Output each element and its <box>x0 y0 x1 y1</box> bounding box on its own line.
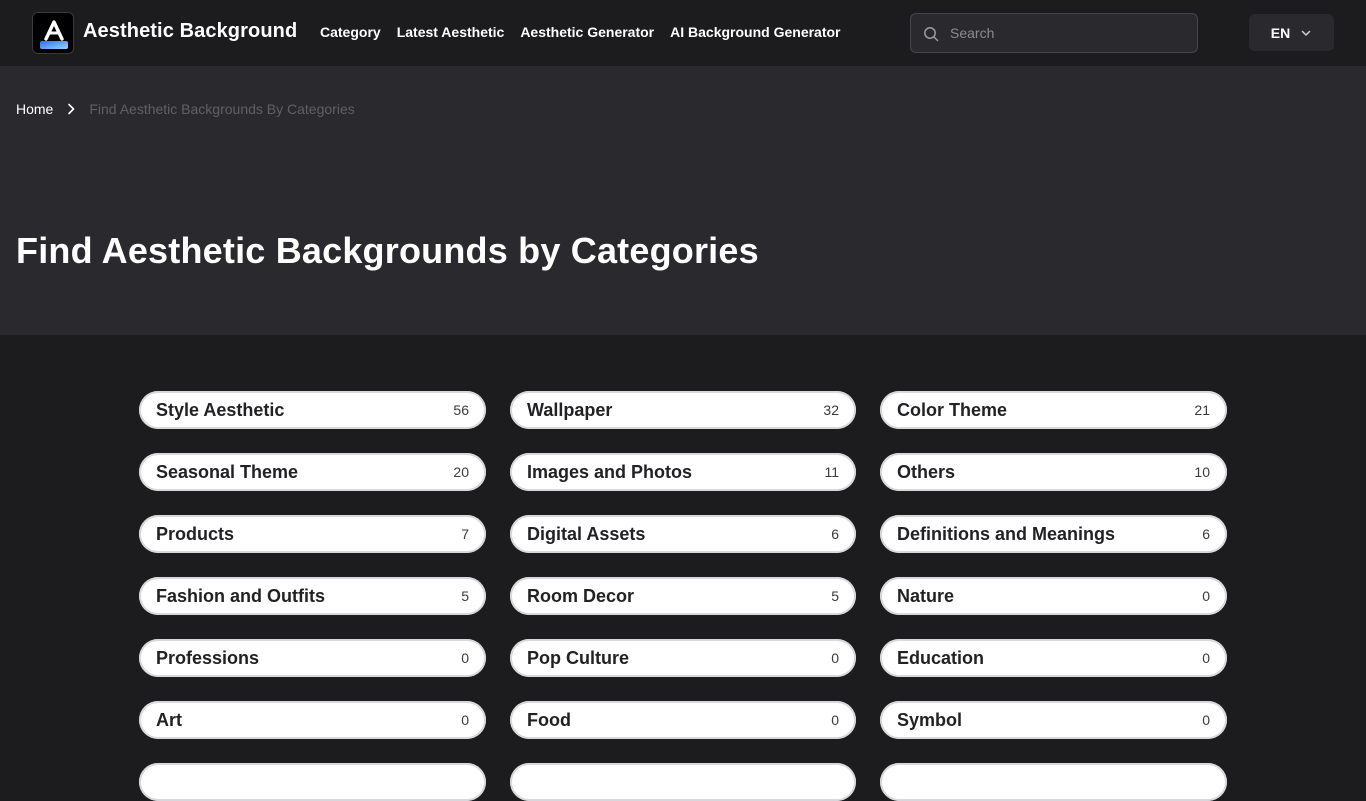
category-count: 0 <box>1202 650 1210 666</box>
nav-category[interactable]: Category <box>320 24 381 40</box>
category-name: Food <box>527 709 571 730</box>
category-name: Education <box>897 647 985 668</box>
language-label: EN <box>1270 24 1291 41</box>
category-item[interactable]: Nature 0 <box>880 577 1227 615</box>
hero-section: Home Find Aesthetic Backgrounds By Categ… <box>0 66 1366 335</box>
category-count: 10 <box>1194 464 1210 480</box>
page-title: Find Aesthetic Backgrounds by Categories <box>16 230 759 271</box>
breadcrumb-current: Find Aesthetic Backgrounds By Categories <box>89 101 355 117</box>
category-count: 7 <box>461 526 469 542</box>
nav-ai-background-generator[interactable]: AI Background Generator <box>670 24 840 40</box>
category-name: Others <box>897 461 956 482</box>
site-header: Aesthetic Background Category Latest Aes… <box>0 0 1366 66</box>
category-item[interactable]: Education 0 <box>880 639 1227 677</box>
nav-latest-aesthetic[interactable]: Latest Aesthetic <box>397 24 505 40</box>
nav-aesthetic-generator[interactable]: Aesthetic Generator <box>520 24 654 40</box>
category-count: 0 <box>461 650 469 666</box>
category-item[interactable] <box>510 763 856 801</box>
category-count: 5 <box>461 588 469 604</box>
language-selector[interactable]: EN <box>1249 14 1334 51</box>
category-name: Symbol <box>897 709 963 730</box>
category-item[interactable]: Images and Photos 11 <box>510 453 856 491</box>
category-count: 6 <box>1202 526 1210 542</box>
category-name: Products <box>156 523 235 544</box>
category-name: Room Decor <box>527 585 635 606</box>
category-name: Pop Culture <box>527 647 629 668</box>
category-name: Wallpaper <box>527 399 613 420</box>
category-name: Nature <box>897 585 955 606</box>
category-item[interactable]: Definitions and Meanings 6 <box>880 515 1227 553</box>
main-nav: Category Latest Aesthetic Aesthetic Gene… <box>320 24 841 40</box>
category-name: Fashion and Outfits <box>156 585 325 606</box>
category-item[interactable]: Professions 0 <box>139 639 486 677</box>
category-count: 20 <box>453 464 469 480</box>
category-item[interactable] <box>139 763 486 801</box>
category-count: 0 <box>831 712 839 728</box>
category-item[interactable]: Art 0 <box>139 701 486 739</box>
chevron-right-icon <box>68 103 75 115</box>
category-item[interactable]: Food 0 <box>510 701 856 739</box>
category-item[interactable]: Others 10 <box>880 453 1227 491</box>
brand-name[interactable]: Aesthetic Background <box>83 20 297 43</box>
category-item[interactable]: Pop Culture 0 <box>510 639 856 677</box>
category-name: Digital Assets <box>527 523 646 544</box>
category-count: 11 <box>824 464 839 480</box>
category-item[interactable]: Wallpaper 32 <box>510 391 856 429</box>
category-name: Seasonal Theme <box>156 461 299 482</box>
category-item[interactable]: Products 7 <box>139 515 486 553</box>
search-icon <box>924 27 939 42</box>
breadcrumb: Home Find Aesthetic Backgrounds By Categ… <box>16 101 355 117</box>
category-count: 5 <box>831 588 839 604</box>
category-name: Color Theme <box>897 399 1008 420</box>
category-count: 0 <box>461 712 469 728</box>
category-count: 0 <box>1202 588 1210 604</box>
category-name: Definitions and Meanings <box>897 523 1116 544</box>
category-count: 6 <box>831 526 839 542</box>
breadcrumb-home[interactable]: Home <box>16 101 53 117</box>
category-count: 32 <box>823 402 839 418</box>
category-name: Images and Photos <box>527 461 693 482</box>
category-name: Professions <box>156 647 260 668</box>
category-count: 0 <box>1202 712 1210 728</box>
category-item[interactable]: Room Decor 5 <box>510 577 856 615</box>
category-count: 21 <box>1194 402 1210 418</box>
category-count: 56 <box>453 402 469 418</box>
category-item[interactable]: Symbol 0 <box>880 701 1227 739</box>
category-item[interactable] <box>880 763 1227 801</box>
category-item[interactable]: Style Aesthetic 56 <box>139 391 486 429</box>
category-item[interactable]: Fashion and Outfits 5 <box>139 577 486 615</box>
category-name: Style Aesthetic <box>156 399 285 420</box>
category-item[interactable]: Seasonal Theme 20 <box>139 453 486 491</box>
category-item[interactable]: Digital Assets 6 <box>510 515 856 553</box>
search-input[interactable] <box>950 14 1190 52</box>
category-grid: Style Aesthetic 56 Wallpaper 32 Color Them… <box>139 391 1227 801</box>
category-item[interactable]: Color Theme 21 <box>880 391 1227 429</box>
chevron-down-icon <box>1301 30 1311 36</box>
search-box[interactable] <box>910 13 1198 53</box>
brand-logo-icon[interactable] <box>32 12 74 54</box>
category-name: Art <box>156 709 182 730</box>
category-count: 0 <box>831 650 839 666</box>
